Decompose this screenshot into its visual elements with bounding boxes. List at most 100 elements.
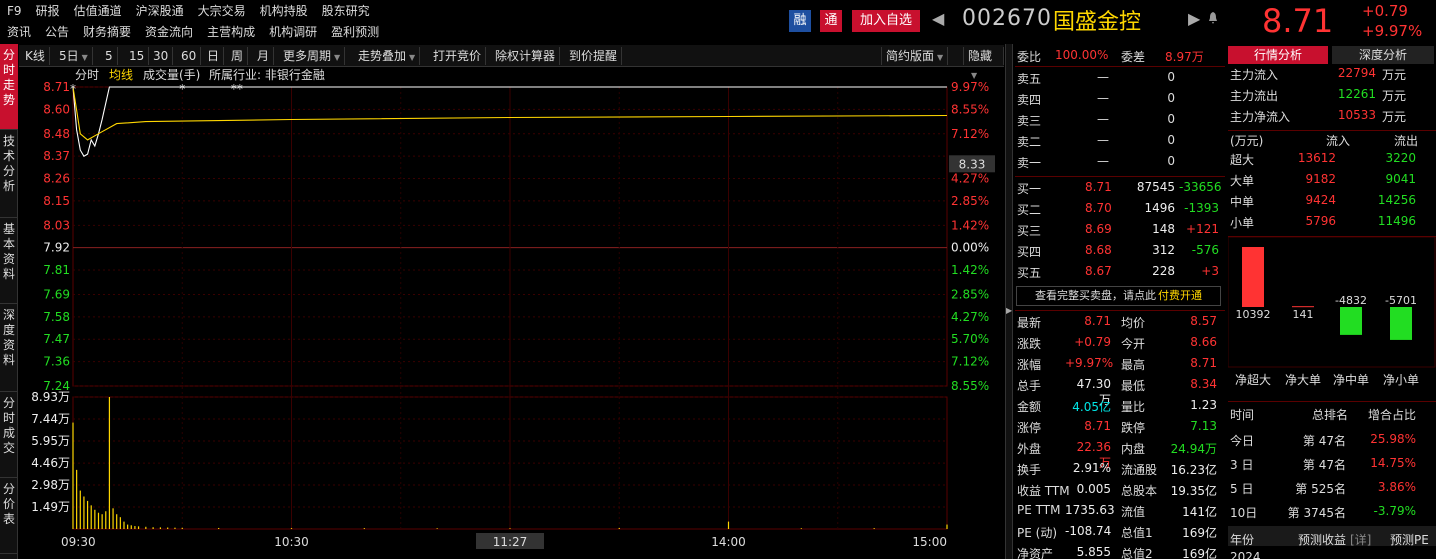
rank-period: 3 日 xyxy=(1230,458,1254,472)
left-nav-tab[interactable]: 技术分析 xyxy=(0,130,18,218)
menu-item[interactable]: 财务摘要 xyxy=(76,23,138,41)
left-nav-tab[interactable]: 分时成交 xyxy=(0,392,18,478)
menu-item[interactable]: 机构持股 xyxy=(253,2,315,20)
menu-item[interactable]: 资金流向 xyxy=(138,23,200,41)
ask-price: — xyxy=(1097,154,1109,168)
flow-out: 9041 xyxy=(1385,172,1416,186)
toolbar-item[interactable]: 周 xyxy=(227,47,249,65)
toolbar-item[interactable]: 60 xyxy=(177,47,202,65)
add-watchlist-button[interactable]: 加入自选 xyxy=(852,10,920,32)
tong-badge[interactable]: 通 xyxy=(820,10,842,32)
orderbook-row: 买三 8.69 148 +121 xyxy=(1015,220,1225,240)
chart-toolbar: K线 5日 ▼ 5 15 30 60 日周月更多周期 ▼ 走势叠加 ▼ 打开竞价 除权计算器 到价提醒 简约… xyxy=(19,45,1004,80)
net-flow-bar xyxy=(1390,307,1412,340)
toolbar-item[interactable]: 月 xyxy=(253,47,275,65)
menu-item[interactable]: 估值通道 xyxy=(67,2,129,20)
price-tick-label: 8.37 xyxy=(43,149,70,163)
stat-label: 净资产 xyxy=(1017,547,1054,559)
bell-icon[interactable] xyxy=(1208,12,1218,24)
stat-label: 总值2 xyxy=(1121,547,1153,559)
toolbar-right-item[interactable]: 简约版面 ▼ xyxy=(881,47,949,65)
stat-label: 总手 xyxy=(1017,379,1042,393)
bar-value-label: 141 xyxy=(1293,308,1314,321)
menu-item[interactable]: F9 xyxy=(0,2,29,20)
toolbar-item[interactable]: 到价提醒 xyxy=(565,47,623,65)
toolbar-item[interactable]: 30 xyxy=(149,47,174,65)
toolbar-item[interactable]: K线 xyxy=(21,47,50,65)
ask-label: 卖一 xyxy=(1017,156,1042,170)
menu-item[interactable]: 沪深股通 xyxy=(129,2,191,20)
flow-value: 12261 xyxy=(1337,87,1376,101)
chart-legend-item[interactable]: 所属行业: 非银行金融 xyxy=(209,67,325,82)
rank-period: 10日 xyxy=(1230,506,1258,520)
tab-deep-analysis[interactable]: 深度分析 xyxy=(1332,46,1434,64)
toolbar-item[interactable]: 更多周期 ▼ xyxy=(279,47,346,65)
intraday-chart[interactable]: 8.71 9.97% 8.60 8.55% 8.48 7.12% 8.37 8.26 4.27%… xyxy=(19,67,1004,559)
toolbar-right-item[interactable]: 隐藏▼ xyxy=(963,47,1004,80)
next-stock-icon[interactable]: ▶ xyxy=(1188,9,1200,28)
flow-unit: 万元 xyxy=(1382,89,1407,103)
chart-legend-item[interactable]: 均线 xyxy=(109,68,133,82)
toolbar-item[interactable]: 5日 ▼ xyxy=(55,47,93,65)
panel-splitter[interactable]: ▶ xyxy=(1005,44,1013,559)
tab-market-analysis[interactable]: 行情分析 xyxy=(1228,46,1328,64)
pay-link[interactable]: 付费开通 xyxy=(1158,289,1202,302)
orderbook-row: 卖一 — 0 xyxy=(1015,152,1225,172)
menu-item[interactable]: 资讯 xyxy=(0,23,38,41)
bid-volume: 312 xyxy=(1152,243,1175,257)
dropdown-icon: ▼ xyxy=(937,53,944,62)
menu-item[interactable]: 盈利预测 xyxy=(324,23,386,41)
price-change-pct: +9.97% xyxy=(1362,22,1423,40)
stat-value: 8.57 xyxy=(1190,314,1217,328)
toolbar-item[interactable]: 走势叠加 ▼ xyxy=(354,47,421,65)
price-tick-label: 8.15 xyxy=(43,194,70,208)
forecast-header: 年份 xyxy=(1230,533,1255,547)
stat-label: 均价 xyxy=(1121,316,1146,330)
stat-value: 8.66 xyxy=(1190,335,1217,349)
left-nav-tab[interactable]: 深度资料 xyxy=(0,304,18,392)
flow-row-label: 大单 xyxy=(1230,174,1255,188)
event-marker-icon[interactable]: * xyxy=(70,82,76,96)
stat-value: 16.23亿 xyxy=(1170,463,1217,477)
flow-out: 3220 xyxy=(1385,151,1416,165)
time-tick-label: 15:00 xyxy=(912,535,947,549)
orderbook-row: 涨停 8.71 跌停 7.13 xyxy=(1015,417,1225,437)
price-tick-label: 7.36 xyxy=(43,355,70,369)
event-marker-icon[interactable]: * xyxy=(179,82,185,96)
menu-item[interactable]: 公告 xyxy=(38,23,76,41)
left-nav-tab[interactable]: 分价表 xyxy=(0,478,18,554)
toolbar-item[interactable]: 打开竞价 xyxy=(429,47,487,65)
menu-item[interactable]: 大宗交易 xyxy=(191,2,253,20)
forecast-header: 预测PE xyxy=(1390,533,1429,547)
stat-value: +0.79 xyxy=(1074,335,1111,349)
rong-badge[interactable]: 融 xyxy=(789,10,811,32)
orderbook-row: 金额 4.05亿 量比 1.23 xyxy=(1015,396,1225,416)
stat-value: 1735.63 xyxy=(1065,503,1115,517)
stat-value: 8.71 xyxy=(1190,356,1217,370)
rank-period: 5 日 xyxy=(1230,482,1254,496)
flow-out: 11496 xyxy=(1377,214,1416,228)
event-marker-icon[interactable]: ** xyxy=(231,82,243,96)
price-tick-label: 7.81 xyxy=(43,263,70,277)
stat-label: 总值1 xyxy=(1121,526,1153,540)
prev-stock-icon[interactable]: ◀ xyxy=(932,9,944,28)
toolbar-item[interactable]: 日 xyxy=(203,47,225,65)
menu-item[interactable]: 股东研究 xyxy=(315,2,377,20)
left-nav-tab[interactable]: 分时走势 xyxy=(0,44,18,130)
menu-item[interactable]: 机构调研 xyxy=(262,23,324,41)
rank-pct: 25.98% xyxy=(1370,432,1416,446)
menu-item[interactable]: 主营构成 xyxy=(200,23,262,41)
toolbar-item[interactable]: 5 xyxy=(101,47,118,65)
rank-value: 第 47名 xyxy=(1302,458,1346,472)
full-book-notice[interactable]: 查看完整买卖盘，请点此 付费开通 xyxy=(1016,286,1221,306)
chart-legend-item[interactable]: 成交量(手) xyxy=(143,67,200,82)
table-header: (万元) xyxy=(1230,134,1264,148)
left-nav-tab[interactable]: 基本资料 xyxy=(0,218,18,304)
volume-tick-label: 4.46万 xyxy=(31,456,70,470)
bid-price: 8.71 xyxy=(1085,180,1112,194)
toolbar-item[interactable]: 15 xyxy=(125,47,150,65)
stat-value: 8.34 xyxy=(1190,377,1217,391)
toolbar-item[interactable]: 除权计算器 xyxy=(491,47,561,65)
chart-legend-item[interactable]: 分时 xyxy=(75,68,99,82)
menu-item[interactable]: 研报 xyxy=(29,2,67,20)
